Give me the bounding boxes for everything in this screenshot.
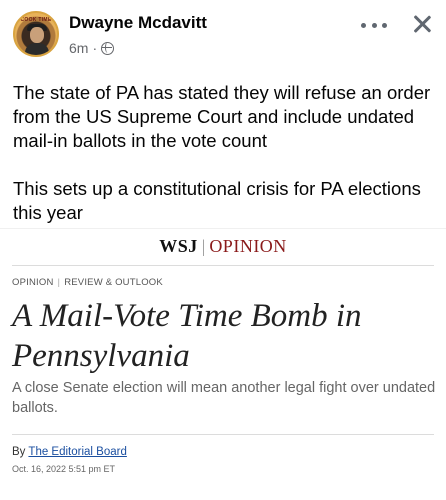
globe-icon[interactable]	[101, 41, 115, 55]
post-meta: 6m ·	[69, 40, 115, 56]
article-headline: A Mail-Vote Time Bomb in Pennsylvania	[12, 298, 362, 374]
byline-author-link[interactable]: The Editorial Board	[28, 446, 126, 458]
article-timestamp: Oct. 16, 2022 5:51 pm ET	[12, 464, 116, 474]
masthead-brand: WSJ	[159, 236, 198, 256]
post-time[interactable]: 6m	[69, 40, 88, 56]
meta-dot: ·	[92, 40, 98, 56]
post-paragraph: The state of PA has stated they will ref…	[13, 82, 431, 151]
author-name[interactable]: Dwayne Mcdavitt	[69, 13, 207, 33]
article-kicker: OPINION | REVIEW & OUTLOOK	[12, 277, 163, 288]
more-options-icon[interactable]	[361, 20, 387, 30]
more-dot	[382, 22, 387, 28]
more-dot	[371, 22, 377, 28]
article-dek: A close Senate election will mean anothe…	[12, 380, 436, 416]
masthead-divider: |	[201, 236, 206, 256]
kicker-subsection: REVIEW & OUTLOOK	[64, 277, 163, 288]
avatar-face	[30, 27, 44, 43]
divider	[12, 434, 434, 435]
byline-prefix: By	[12, 446, 26, 458]
kicker-divider: |	[57, 277, 61, 288]
avatar-badge-text: COOK TIME	[20, 17, 52, 23]
avatar[interactable]: COOK TIME	[13, 11, 59, 57]
avatar-body	[25, 43, 49, 55]
masthead-section: OPINION	[209, 236, 287, 256]
divider	[12, 265, 434, 266]
post-paragraph: This sets up a constitutional crisis for…	[13, 178, 421, 223]
wsj-masthead: WSJ | OPINION	[0, 236, 446, 257]
close-icon[interactable]	[410, 12, 434, 36]
post-header: COOK TIME Dwayne Mcdavitt 6m ·	[0, 0, 446, 66]
post-body: The state of PA has stated they will ref…	[13, 81, 438, 225]
kicker-section: OPINION	[12, 277, 54, 288]
more-dot	[361, 22, 366, 28]
article-byline: By The Editorial Board	[12, 446, 127, 458]
